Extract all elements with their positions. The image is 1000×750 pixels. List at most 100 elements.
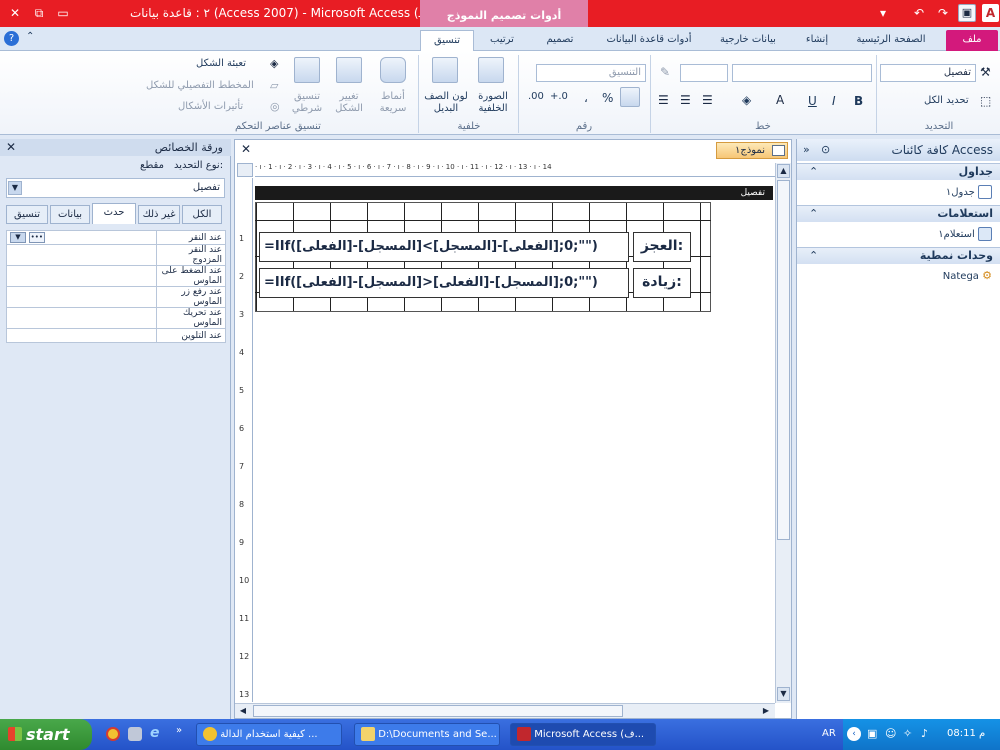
tab-design[interactable]: تصميم [532, 30, 588, 51]
alternate-row-color-button[interactable]: لون الصف البديل [424, 91, 468, 115]
customize-qat-icon[interactable]: ▾ [874, 6, 892, 20]
tab-database-tools[interactable]: أدوات قاعدة البيانات [594, 30, 704, 51]
deficit-expression-textbox[interactable]: =IIf([الفعلى]-[المسجل]<0;[الفعلى]-[المسج… [259, 232, 629, 262]
background-image-button[interactable]: الصورة الخلفية [470, 91, 516, 115]
collapse-icon[interactable]: ⌃ [809, 164, 818, 180]
taskbar-button-explorer[interactable]: D:\Documents and Se... [354, 723, 500, 746]
collapse-icon[interactable]: ⌃ [809, 248, 818, 264]
deficit-label[interactable]: العجز: [633, 232, 691, 262]
detail-section-bar[interactable]: تفصيل [255, 186, 773, 200]
table-row[interactable]: عند رفع زر الماوس [6, 286, 226, 308]
collapse-icon[interactable]: ⌃ [809, 206, 818, 222]
italic-button[interactable]: I [832, 94, 836, 108]
table-row[interactable]: ▼ ••• عند النقر [6, 230, 226, 245]
builder-button[interactable]: ••• [28, 232, 45, 243]
fill-color-icon[interactable]: ◈ [742, 93, 751, 107]
access-app-icon[interactable]: A [982, 4, 999, 22]
scroll-left-icon[interactable]: ◀ [236, 705, 250, 717]
tab-arrange[interactable]: ترتيب [476, 30, 528, 51]
tab-all[interactable]: الكل [182, 205, 222, 224]
tab-format[interactable]: تنسيق [6, 205, 48, 224]
surplus-label[interactable]: زيادة: [633, 268, 691, 298]
scroll-right-icon[interactable]: ▶ [759, 705, 773, 717]
surplus-expression-textbox[interactable]: =IIf([الفعلى]-[المسجل]>0;[المسجل]-[الفعل… [259, 268, 629, 298]
shape-outline-icon[interactable]: ▱ [270, 79, 278, 92]
scroll-up-icon[interactable]: ▲ [777, 164, 790, 178]
horizontal-scrollbar[interactable]: ◀ ▶ [235, 703, 775, 718]
taskbar-button-access[interactable]: Microsoft Access (ف... [510, 723, 656, 746]
shape-outline-button[interactable]: المخطط التفصيلي للشكل [146, 80, 254, 91]
volume-icon[interactable]: ♪ [921, 727, 928, 740]
close-icon[interactable]: ✕ [6, 6, 24, 20]
form-selector[interactable] [237, 163, 253, 177]
taskbar-button-browser[interactable]: كيفية استخدام الدالة ... [196, 723, 342, 746]
quick-launch-app-icon[interactable] [128, 727, 142, 741]
background-image-icon[interactable] [478, 57, 504, 83]
percent-button[interactable]: % [602, 91, 613, 105]
table-row[interactable]: عند النقر المزدوج [6, 244, 226, 266]
tab-create[interactable]: إنشاء [792, 30, 842, 51]
property-value-dropdown[interactable]: ▼ [10, 232, 26, 243]
navigation-pane-header[interactable]: كافة كائنات Access ⊙ » [797, 139, 1000, 161]
quick-styles-icon[interactable] [380, 57, 406, 83]
nav-item-query[interactable]: استعلام١ [938, 227, 992, 241]
messenger-icon[interactable]: ☺ [885, 727, 896, 740]
underline-button[interactable]: U [808, 94, 817, 108]
help-icon[interactable]: ? [4, 31, 19, 46]
comma-button[interactable]: ، [584, 91, 588, 105]
scroll-thumb[interactable] [253, 705, 623, 717]
quick-styles-button[interactable]: أنماط سريعة [372, 91, 414, 115]
nav-category-queries[interactable]: استعلامات ⌃ [797, 205, 1000, 222]
decrease-decimals-icon[interactable]: .00 [528, 91, 544, 102]
font-size-combo[interactable] [680, 64, 728, 82]
tab-data[interactable]: بيانات [50, 205, 90, 224]
tab-other[interactable]: غير ذلك [138, 205, 180, 224]
tab-event[interactable]: حدث [92, 203, 136, 224]
tab-format[interactable]: تنسيق [420, 30, 474, 51]
network-icon[interactable]: ▣ [867, 727, 877, 740]
format-painter-icon[interactable]: ✎ [660, 65, 670, 79]
save-icon[interactable]: ▣ [958, 4, 976, 22]
shutter-bar-icon[interactable]: » [803, 139, 810, 161]
alternate-row-color-icon[interactable] [432, 57, 458, 83]
close-document-icon[interactable]: ✕ [241, 142, 251, 156]
scroll-thumb[interactable] [777, 180, 790, 540]
number-format-combo[interactable]: التنسيق [536, 64, 646, 82]
increase-decimals-icon[interactable]: +.0 [550, 91, 568, 102]
tab-file[interactable]: ملف [946, 30, 998, 51]
shape-fill-icon[interactable]: ◈ [270, 57, 278, 70]
align-center-icon[interactable]: ☰ [680, 93, 691, 107]
language-indicator[interactable]: AR [822, 728, 836, 739]
quick-launch-more-icon[interactable]: » [176, 725, 182, 736]
table-row[interactable]: عند الضغط على الماوس [6, 265, 226, 287]
align-right-icon[interactable]: ☰ [702, 93, 713, 107]
conditional-formatting-button[interactable]: تنسيق شرطي [286, 91, 328, 115]
conditional-formatting-icon[interactable] [294, 57, 320, 83]
tab-home[interactable]: الصفحة الرئيسية [846, 30, 936, 51]
align-left-icon[interactable]: ☰ [658, 93, 669, 107]
object-combo[interactable]: تفصيل [880, 64, 976, 82]
restore-icon[interactable]: ⧉ [30, 6, 48, 20]
start-button[interactable]: start [0, 719, 92, 750]
change-shape-button[interactable]: تغيير الشكل [328, 91, 370, 115]
nav-menu-icon[interactable]: ⊙ [821, 139, 830, 161]
scroll-down-icon[interactable]: ▼ [777, 687, 790, 701]
tray-expand-icon[interactable]: ‹ [847, 727, 861, 741]
nav-item-module[interactable]: Natega ⚙ [943, 269, 992, 282]
currency-icon[interactable] [620, 87, 640, 107]
shape-effects-icon[interactable]: ◎ [270, 100, 280, 113]
shape-effects-button[interactable]: تأثيرات الأشكال [178, 101, 243, 112]
shape-fill-button[interactable]: تعبئة الشكل [196, 58, 246, 69]
font-color-icon[interactable]: A [776, 93, 784, 107]
minimize-ribbon-icon[interactable]: ⌃ [26, 31, 34, 42]
nav-category-modules[interactable]: وحدات نمطية ⌃ [797, 247, 1000, 264]
tab-external-data[interactable]: بيانات خارجية [708, 30, 788, 51]
table-row[interactable]: عند التلوين [6, 328, 226, 343]
select-all-button[interactable]: تحديد الكل [924, 95, 969, 106]
font-name-combo[interactable] [732, 64, 872, 82]
quick-launch-ie-icon[interactable]: e [150, 725, 160, 741]
nav-item-table[interactable]: جدول١ [946, 185, 992, 199]
update-icon[interactable]: ✧ [903, 727, 912, 740]
bold-button[interactable]: B [854, 94, 863, 108]
close-icon[interactable]: ✕ [6, 140, 16, 154]
